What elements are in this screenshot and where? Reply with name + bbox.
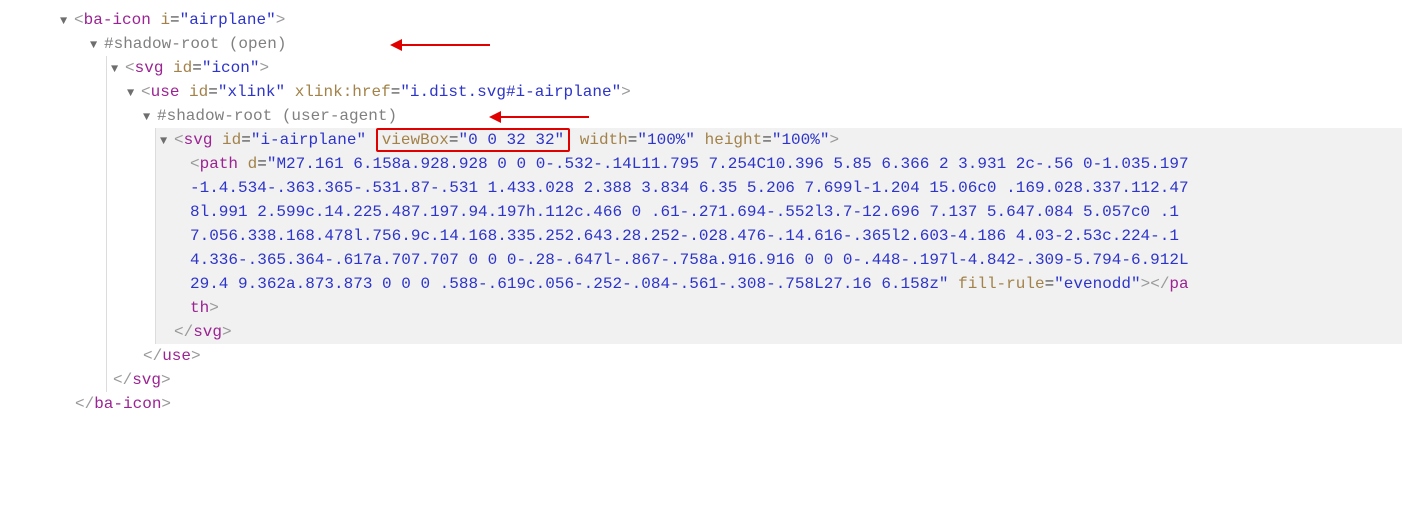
attr-value: 100% (781, 131, 819, 149)
attr-name: id (189, 83, 208, 101)
closing-tag: svg (132, 371, 161, 389)
expand-toggle-icon[interactable]: ▼ (127, 80, 139, 102)
path-d-value: M27.161 6.158a.928.928 0 0 0-.532-.14L11… (190, 155, 1189, 293)
tree-row-shadow-root-open[interactable]: ▼ #shadow-root (open) (20, 32, 1402, 56)
annotation-arrow (400, 44, 490, 46)
tag-name: svg (184, 131, 213, 149)
expand-toggle-icon[interactable]: ▼ (60, 8, 72, 30)
highlighted-viewbox: viewBox="0 0 32 32" (376, 128, 570, 152)
tag-name: ba-icon (84, 11, 151, 29)
closing-tag: use (162, 347, 191, 365)
tag-name: path (200, 155, 238, 173)
tag-name: use (151, 83, 180, 101)
attr-name: id (173, 59, 192, 77)
attr-name: height (705, 131, 763, 149)
attr-name: d (248, 155, 258, 173)
tree-row-svg-airplane[interactable]: ▼ <svg id="i-airplane" viewBox="0 0 32 3… (156, 128, 1402, 152)
tree-row-shadow-root-ua[interactable]: ▼ #shadow-root (user-agent) (139, 104, 1402, 128)
tree-row-svg-airplane-close[interactable]: </svg> (156, 320, 1402, 344)
tree-row-path[interactable]: <path d="M27.161 6.158a.928.928 0 0 0-.5… (156, 152, 1402, 320)
closing-tag: ba-icon (94, 395, 161, 413)
expand-toggle-icon[interactable]: ▼ (143, 104, 155, 126)
tree-row-ba-icon-close[interactable]: </ba-icon> (20, 392, 1402, 416)
attr-value: airplane (189, 11, 266, 29)
attr-name: i (160, 11, 170, 29)
annotation-arrow (499, 116, 589, 118)
attr-name: fill-rule (958, 275, 1044, 293)
attr-value: i.dist.svg#i-airplane (410, 83, 612, 101)
closing-tag: svg (193, 323, 222, 341)
expand-toggle-icon[interactable]: ▼ (90, 32, 102, 54)
attr-name: xlink:href (295, 83, 391, 101)
attr-value: i-airplane (260, 131, 356, 149)
tree-row-svg-icon-close[interactable]: </svg> (109, 368, 1402, 392)
attr-name: width (580, 131, 628, 149)
attr-value: 100% (647, 131, 685, 149)
attr-value: icon (211, 59, 249, 77)
shadow-root-label: #shadow-root (user-agent) (157, 104, 397, 128)
tree-row-ba-icon[interactable]: ▼ <ba-icon i="airplane"> (20, 8, 1402, 32)
tree-row-use[interactable]: ▼ <use id="xlink" xlink:href="i.dist.svg… (123, 80, 1402, 104)
expand-toggle-icon[interactable]: ▼ (111, 56, 123, 78)
tree-row-svg-icon[interactable]: ▼ <svg id="icon"> (107, 56, 1402, 80)
tree-row-use-close[interactable]: </use> (139, 344, 1402, 368)
attr-name: id (222, 131, 241, 149)
attr-value: xlink (227, 83, 275, 101)
tag-name: svg (135, 59, 164, 77)
attr-value: evenodd (1064, 275, 1131, 293)
expand-toggle-icon[interactable]: ▼ (160, 128, 172, 150)
shadow-root-label: #shadow-root (open) (104, 32, 286, 56)
